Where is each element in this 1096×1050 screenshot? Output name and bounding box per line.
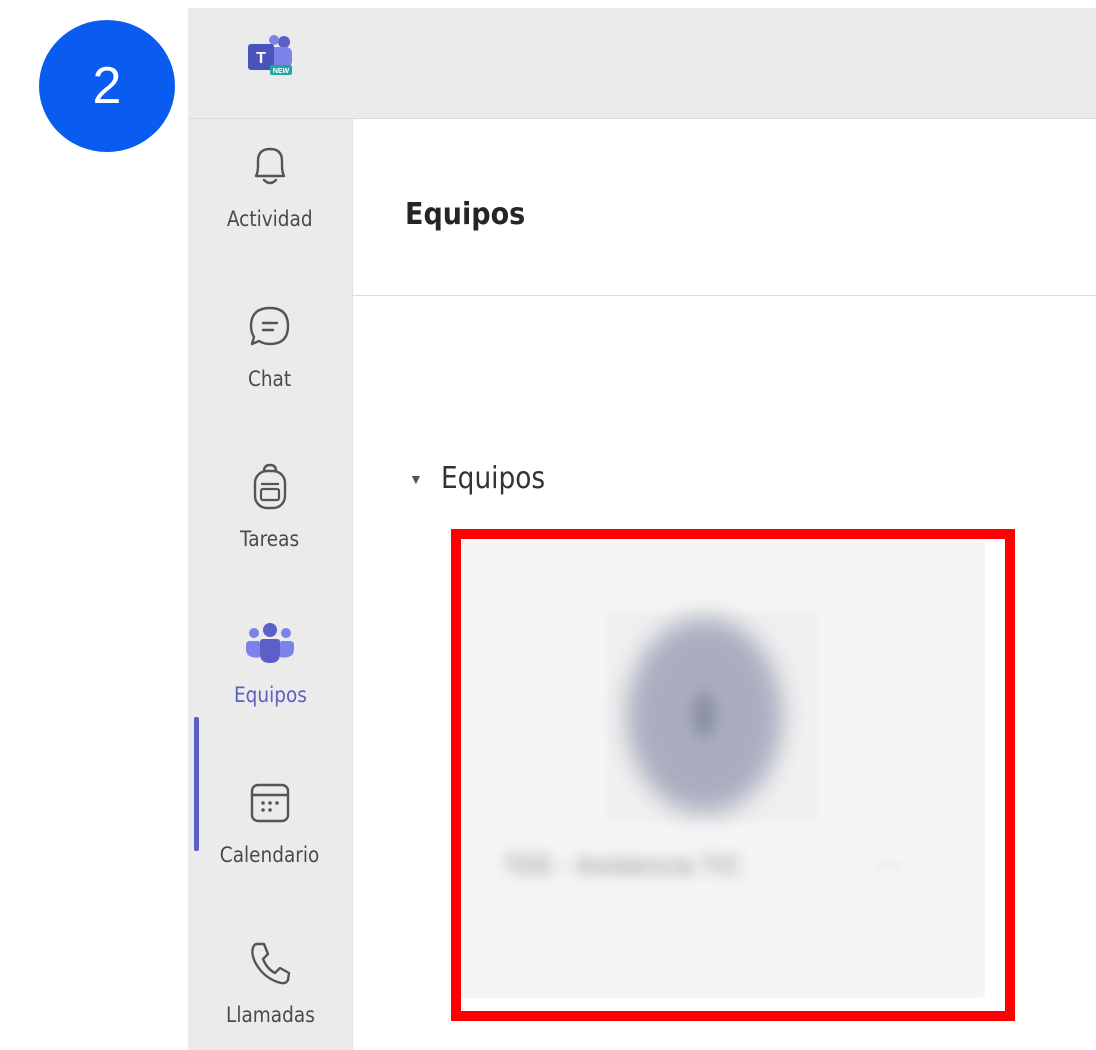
- team-name: TEE - Asistencia TIC: [503, 850, 743, 880]
- rail-item-equipos[interactable]: Equipos: [188, 615, 352, 755]
- more-options-icon[interactable]: ···: [875, 848, 901, 879]
- step-badge: 2: [39, 20, 175, 152]
- backpack-icon: [253, 463, 287, 510]
- section-label: Equipos: [440, 461, 546, 496]
- bell-icon: [254, 147, 286, 185]
- calendar-icon: [250, 783, 290, 823]
- teams-section-toggle[interactable]: ▼ Equipos: [409, 461, 559, 496]
- svg-text:T: T: [256, 50, 266, 67]
- rail-item-label: Chat: [248, 367, 292, 391]
- title-bar: T NEW: [188, 8, 1096, 119]
- team-card[interactable]: TEE - Asistencia TIC ···: [457, 542, 985, 998]
- teams-window: T NEW Actividad Chat Tareas Equipos Cale…: [188, 8, 1096, 1050]
- rail-item-actividad[interactable]: Actividad: [188, 139, 352, 279]
- rail-item-label: Calendario: [220, 843, 320, 867]
- main-content: Equipos ▼ Equipos TEE - Asistencia TIC ·…: [353, 119, 1096, 1050]
- rail-item-label: Actividad: [227, 207, 313, 231]
- rail-item-chat[interactable]: Chat: [188, 299, 352, 439]
- svg-text:NEW: NEW: [273, 68, 290, 75]
- page-title: Equipos: [405, 197, 526, 232]
- caret-down-icon: ▼: [409, 470, 423, 487]
- phone-icon: [251, 942, 291, 985]
- teams-icon: [246, 623, 294, 663]
- header-divider: [353, 295, 1096, 296]
- rail-item-llamadas[interactable]: Llamadas: [188, 935, 352, 1050]
- rail-item-calendario[interactable]: Calendario: [188, 775, 352, 915]
- rail-item-label: Tareas: [240, 527, 300, 551]
- rail-item-label: Equipos: [233, 683, 307, 707]
- rail-item-label: Llamadas: [225, 1003, 315, 1027]
- chat-icon: [249, 306, 290, 346]
- rail-item-tareas[interactable]: Tareas: [188, 459, 352, 599]
- team-avatar-mark: [693, 692, 715, 738]
- app-rail: Actividad Chat Tareas Equipos Calendario…: [188, 119, 353, 1050]
- teams-logo-icon: T NEW: [248, 35, 292, 75]
